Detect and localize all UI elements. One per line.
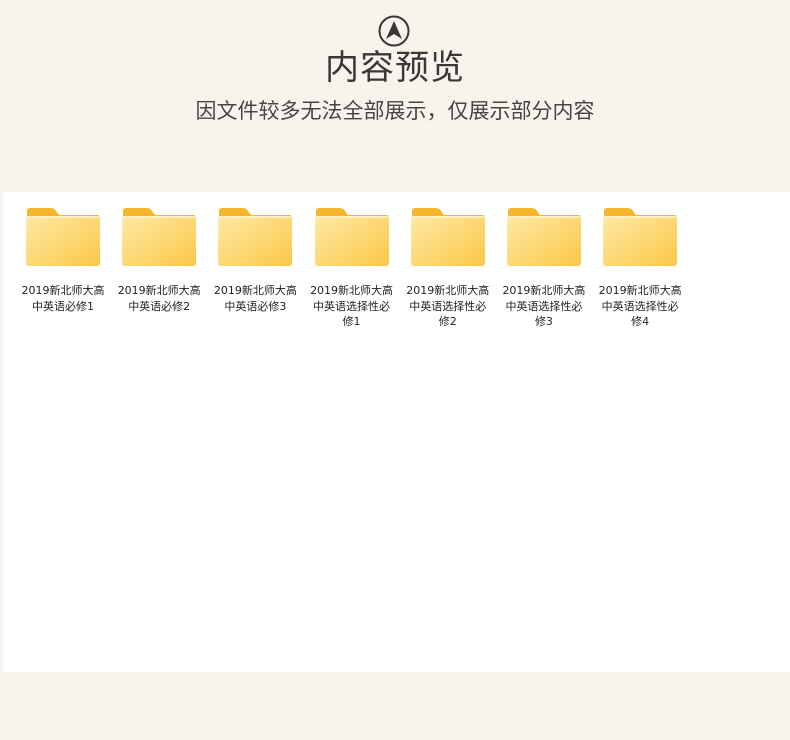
folder-label: 2019新北师大高中英语选择性必修1 — [310, 284, 394, 328]
folder-icon — [410, 208, 485, 266]
folder-item[interactable]: 2019新北师大高中英语选择性必修1 — [310, 207, 394, 330]
folder-label: 2019新北师大高中英语选择性必修2 — [406, 284, 490, 328]
folder-icon — [603, 208, 678, 266]
folder-item[interactable]: 2019新北师大高中英语选择性必修4 — [598, 207, 682, 330]
folder-label: 2019新北师大高中英语必修1 — [21, 284, 105, 313]
folder-grid: 2019新北师大高中英语必修1 2019新北师大高中英语必修2 2019新北师大… — [21, 207, 694, 330]
preview-page: 内容预览 因文件较多无法全部展示，仅展示部分内容 2019新北师大高中英语必修1… — [0, 0, 790, 740]
up-arrow-circle-icon — [378, 15, 410, 47]
folder-icon — [122, 208, 197, 266]
folder-icon — [218, 208, 293, 266]
folder-icon — [506, 208, 581, 266]
folder-icon — [26, 208, 100, 266]
folder-label: 2019新北师大高中英语必修2 — [117, 284, 201, 313]
preview-header: 内容预览 因文件较多无法全部展示，仅展示部分内容 — [0, 0, 790, 192]
folder-item[interactable]: 2019新北师大高中英语必修3 — [213, 207, 297, 330]
folder-label: 2019新北师大高中英语选择性必修3 — [502, 284, 586, 328]
folder-preview-panel: 2019新北师大高中英语必修1 2019新北师大高中英语必修2 2019新北师大… — [3, 192, 790, 672]
folder-label: 2019新北师大高中英语选择性必修4 — [598, 284, 682, 328]
folder-item[interactable]: 2019新北师大高中英语选择性必修3 — [502, 207, 586, 330]
page-subtitle: 因文件较多无法全部展示，仅展示部分内容 — [195, 99, 595, 123]
folder-item[interactable]: 2019新北师大高中英语选择性必修2 — [406, 207, 490, 330]
page-title: 内容预览 — [325, 48, 465, 88]
folder-icon — [314, 208, 389, 266]
folder-label: 2019新北师大高中英语必修3 — [213, 284, 297, 313]
folder-item[interactable]: 2019新北师大高中英语必修1 — [21, 207, 105, 330]
folder-item[interactable]: 2019新北师大高中英语必修2 — [117, 207, 201, 330]
